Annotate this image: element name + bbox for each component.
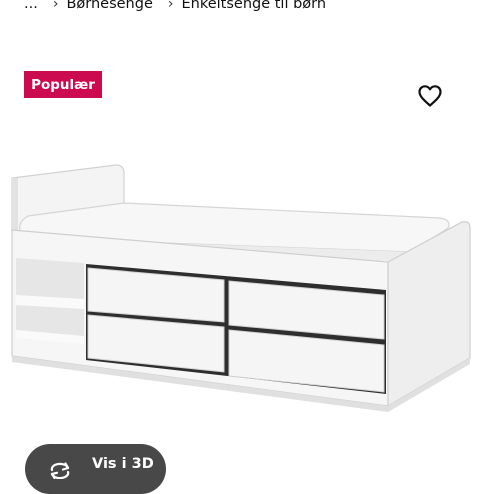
popular-badge: Populær bbox=[24, 71, 102, 98]
breadcrumb: ... › Børnesenge › Enkeltsenge til børn bbox=[0, 0, 326, 15]
heart-outline-icon bbox=[418, 85, 442, 107]
view-in-3d-button[interactable]: Vis i 3D bbox=[25, 444, 166, 494]
breadcrumb-separator-icon: › bbox=[167, 0, 174, 12]
view-in-3d-label: Vis i 3D bbox=[92, 456, 154, 472]
product-image[interactable] bbox=[0, 120, 480, 420]
rotate-3d-icon bbox=[47, 459, 73, 479]
breadcrumb-ellipsis[interactable]: ... bbox=[24, 0, 38, 12]
breadcrumb-separator-icon: › bbox=[52, 0, 59, 12]
breadcrumb-link-boernesenge[interactable]: Børnesenge bbox=[66, 0, 152, 12]
bed-with-drawers-image bbox=[11, 164, 471, 412]
favorite-button[interactable] bbox=[415, 81, 445, 111]
breadcrumb-link-enkeltsenge[interactable]: Enkeltsenge til børn bbox=[181, 0, 326, 12]
